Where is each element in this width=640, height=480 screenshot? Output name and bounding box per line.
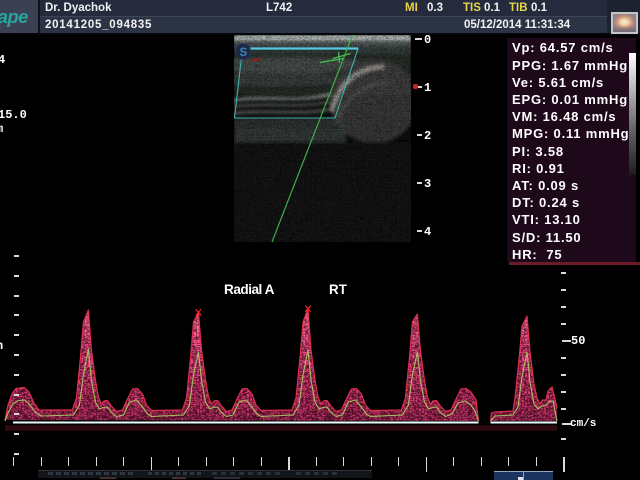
svg-text:S: S: [239, 47, 247, 59]
